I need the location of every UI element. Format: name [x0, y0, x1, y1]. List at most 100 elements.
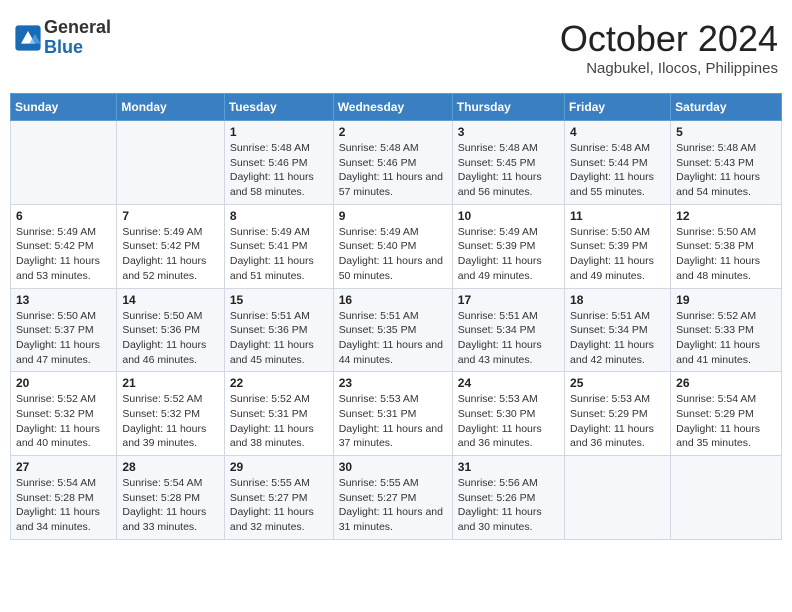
calendar-cell: 11 Sunrise: 5:50 AMSunset: 5:39 PMDayligh…: [565, 204, 671, 288]
day-info: Sunrise: 5:50 AMSunset: 5:36 PMDaylight:…: [122, 309, 218, 368]
day-number: 20: [16, 376, 111, 390]
calendar-cell: 12Sunrise: 5:50 AMSunset: 5:38 PMDayligh…: [671, 204, 782, 288]
day-number: 21: [122, 376, 218, 390]
logo-blue: Blue: [44, 38, 111, 58]
calendar-cell: 6 Sunrise: 5:49 AMSunset: 5:42 PMDaylight…: [11, 204, 117, 288]
calendar-cell: 7 Sunrise: 5:49 AMSunset: 5:42 PMDaylight…: [117, 204, 224, 288]
day-info: Sunrise: 5:49 AMSunset: 5:40 PMDaylight:…: [339, 225, 447, 284]
day-number: 22: [230, 376, 328, 390]
title-block: October 2024 Nagbukel, Ilocos, Philippin…: [560, 18, 778, 77]
day-info: Sunrise: 5:51 AMSunset: 5:35 PMDaylight:…: [339, 309, 447, 368]
logo-icon: [14, 24, 42, 52]
day-info: Sunrise: 5:54 AMSunset: 5:29 PMDaylight:…: [676, 392, 776, 451]
day-number: 31: [458, 460, 559, 474]
calendar-cell: 27 Sunrise: 5:54 AMSunset: 5:28 PMDayligh…: [11, 456, 117, 540]
day-info: Sunrise: 5:48 AMSunset: 5:46 PMDaylight:…: [230, 141, 328, 200]
day-number: 26: [676, 376, 776, 390]
day-number: 8: [230, 209, 328, 223]
weekday-header-row: SundayMondayTuesdayWednesdayThursdayFrid…: [11, 94, 782, 121]
calendar-week-row: 6 Sunrise: 5:49 AMSunset: 5:42 PMDaylight…: [11, 204, 782, 288]
weekday-header: Tuesday: [224, 94, 333, 121]
calendar-cell: 5Sunrise: 5:48 AMSunset: 5:43 PMDaylight…: [671, 121, 782, 205]
month-title: October 2024: [560, 18, 778, 60]
day-number: 17: [458, 293, 559, 307]
calendar-cell: 19 Sunrise: 5:52 AMSunset: 5:33 PMDayligh…: [671, 288, 782, 372]
day-info: Sunrise: 5:53 AMSunset: 5:31 PMDaylight:…: [339, 392, 447, 451]
calendar-cell: 25 Sunrise: 5:53 AMSunset: 5:29 PMDayligh…: [565, 372, 671, 456]
calendar-week-row: 1 Sunrise: 5:48 AMSunset: 5:46 PMDaylight…: [11, 121, 782, 205]
calendar-cell: 16 Sunrise: 5:51 AMSunset: 5:35 PMDayligh…: [333, 288, 452, 372]
logo-text: General Blue: [44, 18, 111, 58]
day-number: 23: [339, 376, 447, 390]
day-number: 9: [339, 209, 447, 223]
weekday-header: Friday: [565, 94, 671, 121]
calendar-cell: 8 Sunrise: 5:49 AMSunset: 5:41 PMDaylight…: [224, 204, 333, 288]
calendar-cell: 24Sunrise: 5:53 AMSunset: 5:30 PMDayligh…: [452, 372, 564, 456]
weekday-header: Saturday: [671, 94, 782, 121]
calendar-cell: 30 Sunrise: 5:55 AMSunset: 5:27 PMDayligh…: [333, 456, 452, 540]
day-info: Sunrise: 5:52 AMSunset: 5:33 PMDaylight:…: [676, 309, 776, 368]
calendar-cell: [671, 456, 782, 540]
calendar-cell: 17 Sunrise: 5:51 AMSunset: 5:34 PMDayligh…: [452, 288, 564, 372]
calendar-week-row: 27 Sunrise: 5:54 AMSunset: 5:28 PMDayligh…: [11, 456, 782, 540]
calendar-cell: 3Sunrise: 5:48 AMSunset: 5:45 PMDaylight…: [452, 121, 564, 205]
day-info: Sunrise: 5:52 AMSunset: 5:32 PMDaylight:…: [16, 392, 111, 451]
day-info: Sunrise: 5:54 AMSunset: 5:28 PMDaylight:…: [16, 476, 111, 535]
calendar-cell: 23 Sunrise: 5:53 AMSunset: 5:31 PMDayligh…: [333, 372, 452, 456]
calendar-cell: [565, 456, 671, 540]
logo-general: General: [44, 18, 111, 38]
day-info: Sunrise: 5:51 AMSunset: 5:34 PMDaylight:…: [570, 309, 665, 368]
calendar-cell: 29 Sunrise: 5:55 AMSunset: 5:27 PMDayligh…: [224, 456, 333, 540]
day-number: 28: [122, 460, 218, 474]
day-number: 18: [570, 293, 665, 307]
day-number: 1: [230, 125, 328, 139]
day-number: 25: [570, 376, 665, 390]
day-number: 29: [230, 460, 328, 474]
day-number: 4: [570, 125, 665, 139]
day-info: Sunrise: 5:53 AMSunset: 5:29 PMDaylight:…: [570, 392, 665, 451]
day-number: 10: [458, 209, 559, 223]
day-number: 11: [570, 209, 665, 223]
day-info: Sunrise: 5:55 AMSunset: 5:27 PMDaylight:…: [230, 476, 328, 535]
day-info: Sunrise: 5:55 AMSunset: 5:27 PMDaylight:…: [339, 476, 447, 535]
day-info: Sunrise: 5:50 AMSunset: 5:39 PMDaylight:…: [570, 225, 665, 284]
calendar-table: SundayMondayTuesdayWednesdayThursdayFrid…: [10, 93, 782, 540]
calendar-cell: 13 Sunrise: 5:50 AMSunset: 5:37 PMDayligh…: [11, 288, 117, 372]
day-number: 30: [339, 460, 447, 474]
calendar-week-row: 20 Sunrise: 5:52 AMSunset: 5:32 PMDayligh…: [11, 372, 782, 456]
day-number: 7: [122, 209, 218, 223]
weekday-header: Monday: [117, 94, 224, 121]
calendar-cell: 10Sunrise: 5:49 AMSunset: 5:39 PMDayligh…: [452, 204, 564, 288]
calendar-cell: 9 Sunrise: 5:49 AMSunset: 5:40 PMDaylight…: [333, 204, 452, 288]
day-info: Sunrise: 5:54 AMSunset: 5:28 PMDaylight:…: [122, 476, 218, 535]
calendar-cell: 31 Sunrise: 5:56 AMSunset: 5:26 PMDayligh…: [452, 456, 564, 540]
day-number: 16: [339, 293, 447, 307]
calendar-cell: 15Sunrise: 5:51 AMSunset: 5:36 PMDayligh…: [224, 288, 333, 372]
day-number: 6: [16, 209, 111, 223]
day-info: Sunrise: 5:49 AMSunset: 5:42 PMDaylight:…: [16, 225, 111, 284]
weekday-header: Wednesday: [333, 94, 452, 121]
logo: General Blue: [14, 18, 111, 58]
day-info: Sunrise: 5:51 AMSunset: 5:34 PMDaylight:…: [458, 309, 559, 368]
day-number: 19: [676, 293, 776, 307]
weekday-header: Sunday: [11, 94, 117, 121]
day-number: 15: [230, 293, 328, 307]
day-number: 2: [339, 125, 447, 139]
day-number: 3: [458, 125, 559, 139]
day-number: 27: [16, 460, 111, 474]
day-info: Sunrise: 5:50 AMSunset: 5:37 PMDaylight:…: [16, 309, 111, 368]
calendar-cell: 20 Sunrise: 5:52 AMSunset: 5:32 PMDayligh…: [11, 372, 117, 456]
weekday-header: Thursday: [452, 94, 564, 121]
calendar-cell: 22Sunrise: 5:52 AMSunset: 5:31 PMDayligh…: [224, 372, 333, 456]
calendar-cell: 2Sunrise: 5:48 AMSunset: 5:46 PMDaylight…: [333, 121, 452, 205]
calendar-cell: [11, 121, 117, 205]
day-info: Sunrise: 5:49 AMSunset: 5:41 PMDaylight:…: [230, 225, 328, 284]
day-number: 5: [676, 125, 776, 139]
day-info: Sunrise: 5:56 AMSunset: 5:26 PMDaylight:…: [458, 476, 559, 535]
calendar-week-row: 13 Sunrise: 5:50 AMSunset: 5:37 PMDayligh…: [11, 288, 782, 372]
day-number: 13: [16, 293, 111, 307]
calendar-cell: 1 Sunrise: 5:48 AMSunset: 5:46 PMDaylight…: [224, 121, 333, 205]
calendar-cell: 21Sunrise: 5:52 AMSunset: 5:32 PMDayligh…: [117, 372, 224, 456]
calendar-cell: [117, 121, 224, 205]
day-info: Sunrise: 5:49 AMSunset: 5:42 PMDaylight:…: [122, 225, 218, 284]
